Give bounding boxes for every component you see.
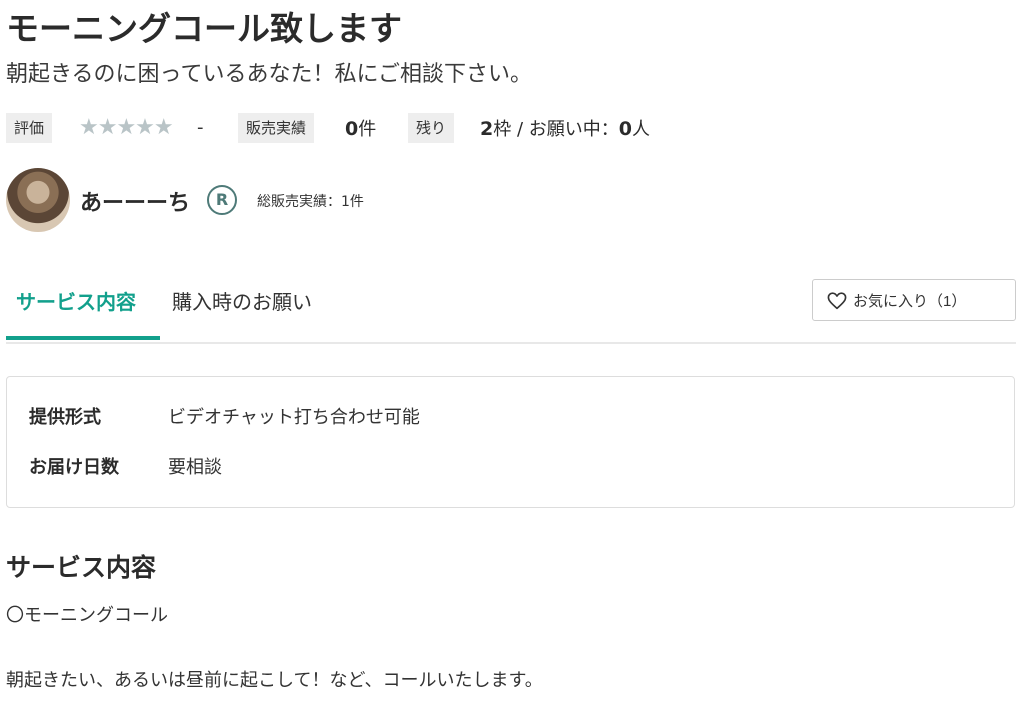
- seller-info: あーーーち R 総販売実績：1件: [6, 168, 606, 238]
- info-key: お届け日数: [29, 457, 119, 478]
- sales-label: 販売実績: [238, 113, 315, 143]
- info-value: 要相談: [168, 457, 222, 478]
- total-sales: 総販売実績：1件: [257, 194, 364, 210]
- tab-purchase-requests[interactable]: 購入時のお願い: [172, 286, 312, 315]
- rating-stars: ★★★★★: [79, 115, 174, 140]
- rating-value: -: [197, 117, 204, 138]
- service-subtitle: 朝起きるのに困っているあなた！私にご相談下さい。: [6, 62, 533, 87]
- tab-bar: サービス内容 購入時のお願い お気に入り（1）: [6, 272, 1016, 344]
- seller-avatar[interactable]: [6, 168, 70, 232]
- info-value: ビデオチャット打ち合わせ可能: [168, 407, 420, 428]
- heart-icon: [827, 292, 847, 310]
- info-key: 提供形式: [29, 407, 101, 428]
- description-line: 朝起きたい、あるいは昼前に起こして！など、コールいたします。: [6, 670, 543, 691]
- favorite-label: お気に入り（1）: [853, 293, 967, 310]
- tab-service-details[interactable]: サービス内容: [16, 286, 136, 315]
- rating-label: 評価: [6, 113, 53, 143]
- section-heading: サービス内容: [6, 553, 157, 582]
- remaining-and-requests: 2枠 / お願い中：0人: [480, 118, 650, 140]
- remaining-label: 残り: [408, 113, 455, 143]
- stats-row: 評価 ★★★★★ - 販売実績 0件 残り 2枠 / お願い中：0人: [6, 113, 1024, 145]
- favorite-button[interactable]: お気に入り（1）: [812, 279, 1016, 321]
- seller-name[interactable]: あーーーち: [80, 185, 190, 217]
- rank-badge: R: [207, 185, 237, 215]
- active-tab-indicator: [6, 336, 160, 340]
- service-title: モーニングコール致します: [6, 9, 402, 48]
- description-line: 〇モーニングコール: [6, 605, 168, 626]
- sales-count: 0件: [345, 118, 377, 140]
- service-info-box: 提供形式 ビデオチャット打ち合わせ可能 お届け日数 要相談: [6, 376, 1015, 508]
